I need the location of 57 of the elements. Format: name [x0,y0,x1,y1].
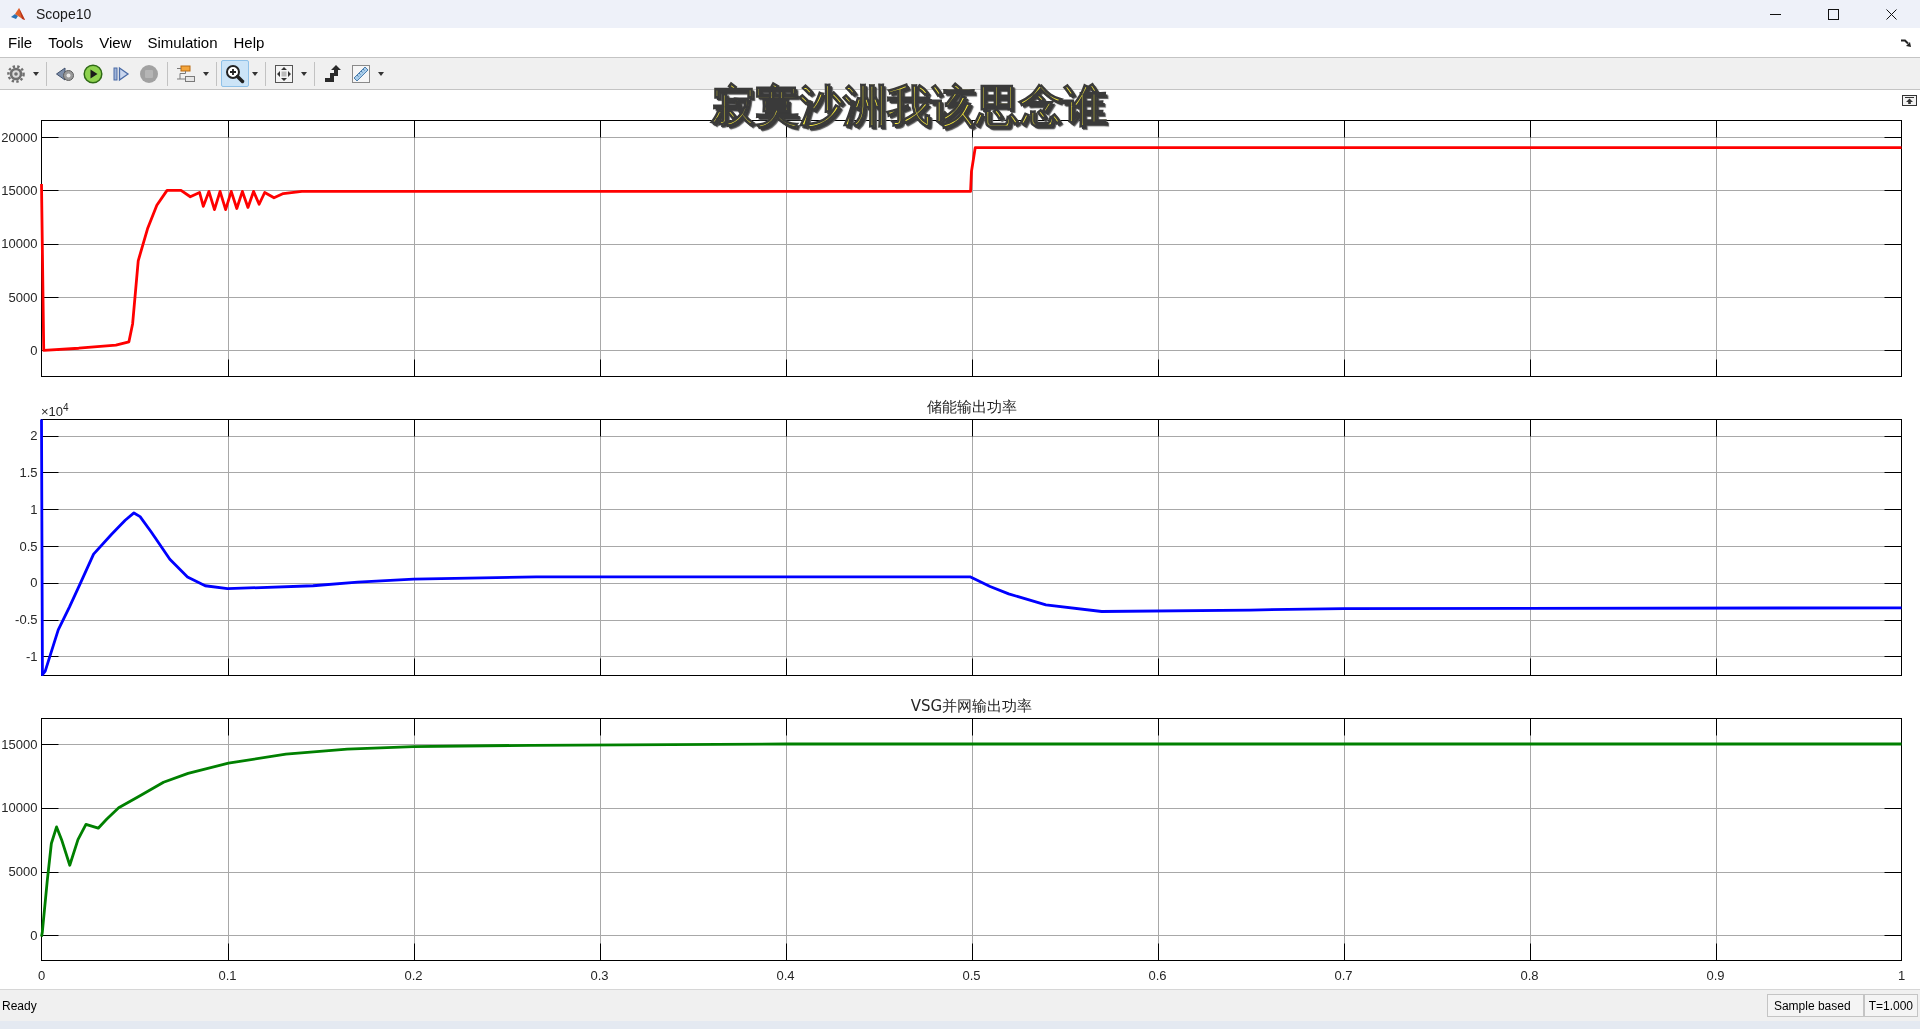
block-diagram-icon [176,63,196,84]
axis-multiplier: ×10$^{4}$ [41,400,69,419]
stairs-arrow-icon [323,63,343,84]
tick-label: 0.4 [776,967,795,983]
tick-label: 5000 [8,289,38,305]
caret-icon[interactable] [203,71,209,76]
tick-label: 15000 [1,736,38,752]
caret-icon[interactable] [378,71,384,76]
tick-label: 0.3 [590,967,609,983]
arrow-icon[interactable] [1900,37,1912,48]
gear-icon [6,63,26,84]
tick-label: 10000 [1,236,38,252]
tick-label: 20000 [1,129,38,145]
menu-item[interactable]: Tools [40,31,92,54]
tick-label: 5000 [8,864,38,880]
tick-label: -0.5 [15,612,38,628]
tick-label: 0.5 [962,967,981,983]
app-icon [10,7,26,21]
tick-label: 0.8 [1520,967,1539,983]
tick-label: 0 [30,575,38,591]
tick-label: 0.1 [218,967,237,983]
tick-label: 0.7 [1334,967,1353,983]
menu-item[interactable]: Simulation [139,31,226,54]
caret-icon[interactable] [33,71,39,76]
tick-label: 2 [30,428,38,444]
close-icon [1885,8,1897,20]
tick-label: 0.2 [404,967,423,983]
maximize-icon [1827,8,1839,20]
caret-icon[interactable] [301,71,307,76]
tick-label: 0 [30,342,38,358]
overlay-caption: 寂寞沙洲我该思念谁 [711,83,1107,129]
zoom-in-button[interactable] [221,60,249,87]
window-title: Scope10 [36,6,92,22]
stop-icon [139,63,159,84]
tick-label: 0.6 [1148,967,1167,983]
tick-label: 10000 [1,800,38,816]
ruler-icon [351,63,371,84]
plot-title: 储能输出功率 [926,399,1017,416]
menu-item[interactable]: File [0,31,41,54]
tick-label: 1.5 [19,464,38,480]
tick-label: 15000 [1,182,38,198]
tick-label: 0 [30,927,38,943]
play-icon [83,63,103,84]
zoom-in-icon [225,63,245,84]
tick-label: 1 [1897,967,1906,983]
caret-icon[interactable] [252,71,258,76]
tick-label: -1 [25,648,38,664]
tick-label: 0 [37,967,46,983]
tick-label: 1 [30,501,38,517]
menu-item[interactable]: Help [225,31,273,54]
fit-view-icon [274,63,294,84]
plot-title: VSG并网输出功率 [910,698,1033,715]
tick-label: 0.9 [1706,967,1725,983]
tick-label: 0.5 [19,538,38,554]
menu-item[interactable]: View [91,31,140,54]
status-message: Ready [2,998,37,1013]
expand-icon[interactable] [1902,95,1917,106]
